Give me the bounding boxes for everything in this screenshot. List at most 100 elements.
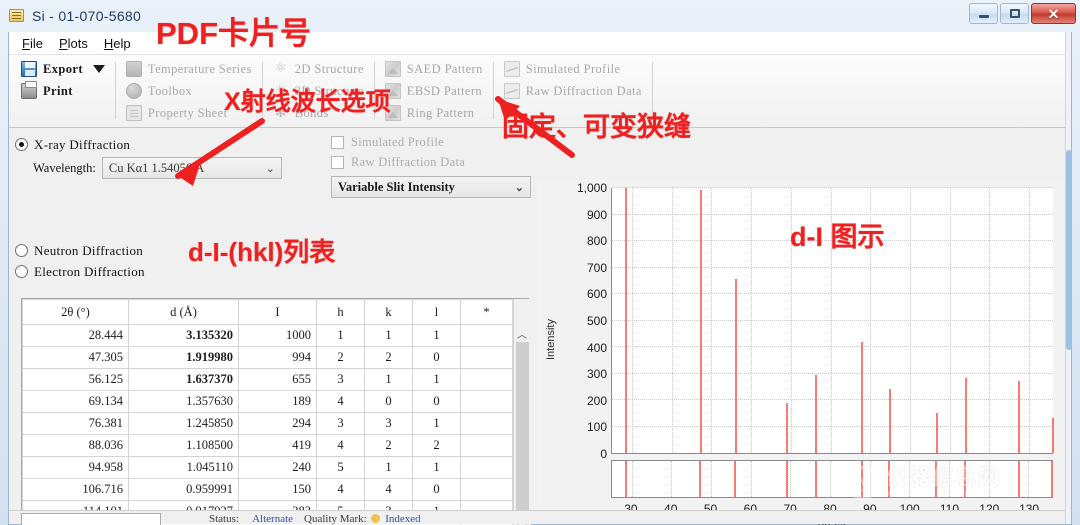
peak-list-table: 2θ (°) d (Å) I h k l * 28.444 3.135320 100…: [21, 298, 531, 525]
cell-two-theta: 28.444: [22, 324, 129, 347]
chart-y-tick-label: 300: [586, 367, 607, 382]
table-row[interactable]: 94.958 1.045110 240 5 1 1: [22, 456, 513, 479]
checkbox-raw-diffraction-data[interactable]: Raw Diffraction Data: [331, 152, 561, 172]
simulated-profile-button[interactable]: Simulated Profile: [503, 58, 642, 80]
table-row[interactable]: 69.134 1.357630 189 4 0 0: [22, 390, 513, 413]
bonds-button[interactable]: ✻ Bonds: [273, 102, 364, 124]
status-link-alternate[interactable]: Alternate: [252, 513, 293, 525]
chart-peak-bar: [888, 389, 891, 453]
chart-plot-area[interactable]: [611, 187, 1054, 454]
saed-pattern-button[interactable]: SAED Pattern: [384, 58, 483, 80]
column-header-star[interactable]: *: [460, 299, 513, 325]
chart-gridline-horizontal: [612, 425, 1053, 427]
table-row[interactable]: 47.305 1.919980 994 2 2 0: [22, 346, 513, 369]
column-header-k[interactable]: k: [364, 299, 413, 325]
radio-icon: [15, 265, 28, 278]
window-scrollbar[interactable]: [1065, 32, 1072, 524]
export-button[interactable]: Export: [21, 58, 105, 80]
property-sheet-label: Property Sheet: [147, 105, 228, 120]
application-window: Si - 01-070-5680 ✕ File Plots Help Expor…: [0, 0, 1080, 525]
ring-pattern-button[interactable]: Ring Pattern: [384, 102, 483, 124]
window-scrollbar-thumb[interactable]: [1066, 150, 1072, 350]
cell-h: 3: [316, 368, 365, 391]
column-header-i[interactable]: I: [238, 299, 317, 325]
cell-d: 1.108500: [128, 434, 239, 457]
menu-item-help[interactable]: Help: [97, 34, 138, 53]
peak-table: 2θ (°) d (Å) I h k l * 28.444 3.135320 100…: [22, 299, 513, 525]
cell-star: [460, 324, 513, 347]
status-link-indexed[interactable]: Indexed: [385, 513, 420, 525]
column-header-two-theta[interactable]: 2θ (°): [22, 299, 129, 325]
toolbox-button[interactable]: Toolbox: [125, 80, 252, 102]
table-row[interactable]: 28.444 3.135320 1000 1 1 1: [22, 324, 513, 347]
toolbar-group-file: Export Print: [13, 58, 113, 127]
chart-y-tick-label: 900: [586, 207, 607, 222]
print-button[interactable]: Print: [21, 80, 105, 102]
table-row[interactable]: 56.125 1.637370 655 3 1 1: [22, 368, 513, 391]
raw-diffraction-data-button[interactable]: Raw Diffraction Data: [503, 80, 642, 102]
menu-item-file[interactable]: File: [15, 34, 50, 53]
chart-peak-bar: [1052, 417, 1054, 453]
chart-peak-bar: [786, 402, 789, 453]
radio-xray-diffraction[interactable]: X-ray Diffraction: [15, 134, 319, 155]
minimize-button[interactable]: [969, 3, 998, 24]
chevron-down-icon: ⌄: [514, 181, 524, 194]
status-prefix: Status:: [209, 513, 239, 525]
chart-y-tick-label: 100: [586, 420, 607, 435]
menu-item-plots[interactable]: Plots: [52, 34, 95, 53]
maximize-button[interactable]: [1000, 3, 1029, 24]
cell-two-theta: 94.958: [22, 456, 129, 479]
table-row[interactable]: 88.036 1.108500 419 4 2 2: [22, 434, 513, 457]
ebsd-pattern-button[interactable]: EBSD Pattern: [384, 80, 483, 102]
slit-intensity-select[interactable]: Variable Slit Intensity ⌄: [331, 176, 531, 198]
column-header-d[interactable]: d (Å): [128, 299, 239, 325]
menu-bar: File Plots Help: [9, 32, 1065, 55]
chevron-down-icon[interactable]: [92, 65, 105, 73]
cell-star: [460, 390, 513, 413]
chart-gridline-vertical: [989, 188, 991, 453]
toolbar-group-tools: Temperature Series Toolbox Property Shee…: [118, 58, 260, 127]
scrollbar-thumb[interactable]: [515, 342, 529, 520]
table-scrollbar[interactable]: ︿ ﹀: [513, 299, 531, 525]
3d-structure-button[interactable]: ⚛ 3D Structure: [273, 80, 364, 102]
wavelength-select[interactable]: Cu Kα1 1.54056 Å ⌄: [101, 157, 282, 179]
pattern-image-icon: [384, 61, 401, 77]
scroll-up-button[interactable]: ︿: [513, 325, 531, 342]
table-row[interactable]: 106.716 0.959991 150 4 4 0: [22, 478, 513, 501]
chart-peak-bar: [624, 188, 627, 453]
chart-y-axis-ticks: 0 100 200 300 400 500 600 700 800 900 1,000: [553, 180, 607, 510]
close-button[interactable]: ✕: [1031, 3, 1076, 24]
slit-intensity-value: Variable Slit Intensity: [338, 179, 455, 194]
chart-gridline-horizontal: [612, 240, 1053, 241]
chart-peak-bar: [815, 375, 818, 453]
property-sheet-button[interactable]: Property Sheet: [125, 102, 252, 124]
chart-gridline-vertical: [711, 188, 713, 453]
chart-y-tick-label: 200: [586, 393, 607, 408]
grey-sphere-icon: [125, 83, 142, 99]
table-header: 2θ (°) d (Å) I h k l *: [22, 299, 513, 325]
radio-electron-diffraction[interactable]: Electron Diffraction: [15, 261, 325, 282]
column-header-h[interactable]: h: [316, 299, 365, 325]
table-header-row: 2θ (°) d (Å) I h k l *: [22, 299, 513, 325]
cell-k: 3: [364, 412, 413, 435]
table-row[interactable]: 76.381 1.245850 294 3 3 1: [22, 412, 513, 435]
toolbar-separator: [492, 62, 494, 119]
temperature-series-button[interactable]: Temperature Series: [125, 58, 252, 80]
cell-intensity: 994: [238, 346, 317, 369]
2d-structure-button[interactable]: ⚛ 2D Structure: [273, 58, 364, 80]
column-header-l[interactable]: l: [412, 299, 461, 325]
checkbox-simulated-profile[interactable]: Simulated Profile: [331, 132, 561, 152]
chart-stick-marker: [860, 461, 863, 497]
cell-star: [460, 368, 513, 391]
chart-gridline-horizontal: [612, 319, 1053, 321]
cell-l: 0: [412, 346, 461, 369]
radio-neutron-diffraction[interactable]: Neutron Diffraction: [15, 240, 325, 261]
print-icon: [21, 81, 37, 99]
checkbox-raw-diffraction-data-label: Raw Diffraction Data: [351, 154, 466, 169]
cell-two-theta: 56.125: [22, 368, 129, 391]
cell-h: 4: [316, 434, 365, 457]
chart-gridline-vertical: [870, 188, 872, 453]
toolbar-group-structure: ⚛ 2D Structure ⚛ 3D Structure ✻ Bonds: [265, 58, 372, 127]
chart-gridline-vertical: [869, 461, 871, 497]
chart-peak-bar: [935, 413, 938, 453]
